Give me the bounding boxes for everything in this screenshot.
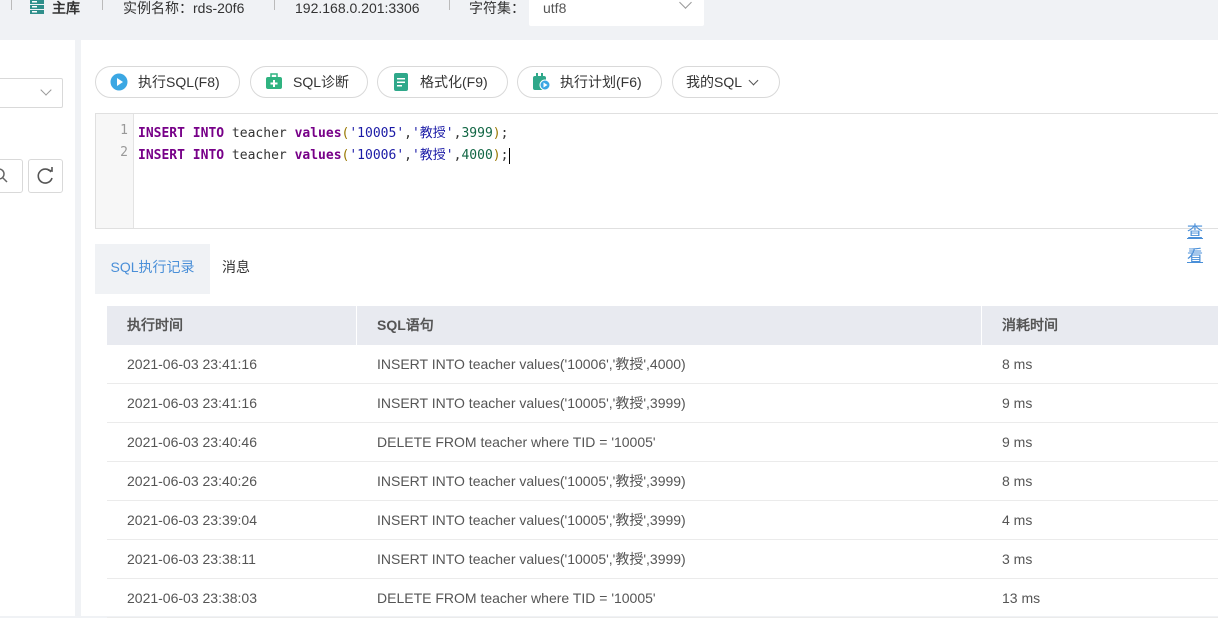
execute-sql-label: 执行SQL(F8) [138, 74, 220, 90]
result-tabs: SQL执行记录 消息 [95, 244, 1218, 294]
separator [102, 0, 103, 10]
sql-editor[interactable]: 1 2 INSERT INTO teacher values('10005','… [95, 113, 1218, 229]
string-literal: '10005' [349, 126, 405, 141]
view-all-link[interactable]: 查看 [1187, 218, 1218, 266]
play-icon [110, 73, 128, 91]
cell-time: 2021-06-03 23:39:04 [127, 512, 257, 528]
code-line[interactable]: INSERT INTO teacher values('10005','教授',… [138, 122, 508, 141]
my-sql-label: 我的SQL [686, 74, 743, 90]
text-cursor [509, 147, 511, 164]
code-line[interactable]: INSERT INTO teacher values('10006','教授',… [138, 144, 511, 164]
cell-duration: 8 ms [1002, 356, 1033, 372]
line-number: 1 [120, 123, 128, 138]
table-row[interactable]: 2021-06-03 23:40:46 DELETE FROM teacher … [107, 423, 1218, 462]
sql-keyword: INTO [192, 148, 225, 163]
refresh-icon [37, 167, 53, 184]
cell-sql: INSERT INTO teacher values('10005','教授',… [377, 473, 686, 489]
string-literal: '10006' [349, 148, 405, 163]
cell-duration: 8 ms [1002, 473, 1033, 489]
database-icon [29, 0, 45, 19]
table-row[interactable]: 2021-06-03 23:40:26 INSERT INTO teacher … [107, 462, 1218, 501]
search-button[interactable] [0, 159, 23, 193]
tab-sql-history[interactable]: SQL执行记录 [95, 244, 210, 294]
separator [11, 0, 12, 10]
string-literal: '教授' [411, 148, 454, 163]
table-row[interactable]: 2021-06-03 23:41:16 INSERT INTO teacher … [107, 384, 1218, 423]
execute-sql-button[interactable]: 执行SQL(F8) [95, 66, 240, 98]
medkit-icon [265, 73, 283, 91]
separator [449, 0, 450, 10]
sql-keyword: INSERT [138, 126, 185, 141]
cell-time: 2021-06-03 23:41:16 [127, 395, 257, 411]
chevron-down-icon [40, 84, 52, 96]
history-table: 执行时间 SQL语句 消耗时间 2021-06-03 23:41:16 INSE… [107, 306, 1218, 618]
instance-name: 实例名称：rds-20f6 [123, 0, 245, 16]
table-row[interactable]: 2021-06-03 23:39:04 INSERT INTO teacher … [107, 501, 1218, 540]
cell-sql: INSERT INTO teacher values('10006','教授',… [377, 356, 686, 372]
sql-keyword: INSERT [138, 148, 185, 163]
explain-plan-button[interactable]: 执行计划(F6) [517, 66, 662, 98]
explain-plan-label: 执行计划(F6) [560, 74, 642, 90]
sql-keyword: INTO [192, 126, 225, 141]
table-row[interactable]: 2021-06-03 23:38:11 INSERT INTO teacher … [107, 540, 1218, 579]
cell-sql: INSERT INTO teacher values('10005','教授',… [377, 395, 686, 411]
execution-plan-icon [532, 73, 550, 91]
cell-time: 2021-06-03 23:38:11 [127, 551, 256, 567]
cell-time: 2021-06-03 23:41:16 [127, 356, 257, 372]
my-sql-dropdown[interactable]: 我的SQL [672, 66, 780, 98]
column-divider [981, 306, 982, 345]
cell-duration: 13 ms [1002, 590, 1041, 606]
instance-address: 192.168.0.201:3306 [295, 0, 420, 16]
database-select[interactable] [0, 78, 63, 108]
search-icon [0, 168, 8, 183]
cell-sql: DELETE FROM teacher where TID = '10005' [377, 434, 656, 450]
format-label: 格式化(F9) [420, 74, 488, 90]
tab-messages[interactable]: 消息 [222, 244, 250, 294]
chevron-down-icon [748, 75, 759, 85]
cell-duration: 4 ms [1002, 512, 1033, 528]
charset-value: utf8 [543, 0, 567, 16]
charset-select[interactable]: utf8 [529, 0, 704, 26]
instance-info-bar: 主库 实例名称：rds-20f6 192.168.0.201:3306 字符集：… [0, 0, 1218, 40]
chevron-down-icon [679, 0, 692, 9]
line-number: 2 [120, 145, 128, 160]
cell-sql: DELETE FROM teacher where TID = '10005' [377, 590, 656, 606]
charset-label: 字符集： [469, 0, 525, 16]
table-row[interactable]: 2021-06-03 23:38:03 DELETE FROM teacher … [107, 579, 1218, 618]
cell-sql: INSERT INTO teacher values('10005','教授',… [377, 551, 686, 567]
separator [274, 0, 275, 10]
cell-time: 2021-06-03 23:38:03 [127, 590, 257, 606]
column-header-time: 执行时间 [127, 317, 183, 333]
instance-role: 主库 [52, 0, 80, 16]
left-panel [0, 40, 75, 616]
line-number-gutter: 1 2 [96, 114, 134, 228]
sql-diagnose-label: SQL诊断 [293, 74, 350, 90]
cell-duration: 9 ms [1002, 434, 1033, 450]
number-literal: 3999 [461, 126, 493, 141]
column-header-sql: SQL语句 [377, 317, 434, 333]
sql-keyword: values [294, 126, 342, 141]
refresh-button[interactable] [28, 159, 63, 193]
format-button[interactable]: 格式化(F9) [377, 66, 508, 98]
sql-keyword: values [294, 148, 342, 163]
table-row[interactable]: 2021-06-03 23:41:16 INSERT INTO teacher … [107, 345, 1218, 384]
column-divider [356, 306, 357, 345]
string-literal: '教授' [411, 126, 454, 141]
document-format-icon [392, 73, 410, 91]
sql-diagnose-button[interactable]: SQL诊断 [250, 66, 368, 98]
table-header: 执行时间 SQL语句 消耗时间 [107, 306, 1218, 345]
cell-duration: 3 ms [1002, 551, 1033, 567]
cell-duration: 9 ms [1002, 395, 1033, 411]
cell-sql: INSERT INTO teacher values('10005','教授',… [377, 512, 686, 528]
column-header-duration: 消耗时间 [1002, 317, 1058, 333]
cell-time: 2021-06-03 23:40:26 [127, 473, 257, 489]
cell-time: 2021-06-03 23:40:46 [127, 434, 257, 450]
number-literal: 4000 [461, 148, 493, 163]
